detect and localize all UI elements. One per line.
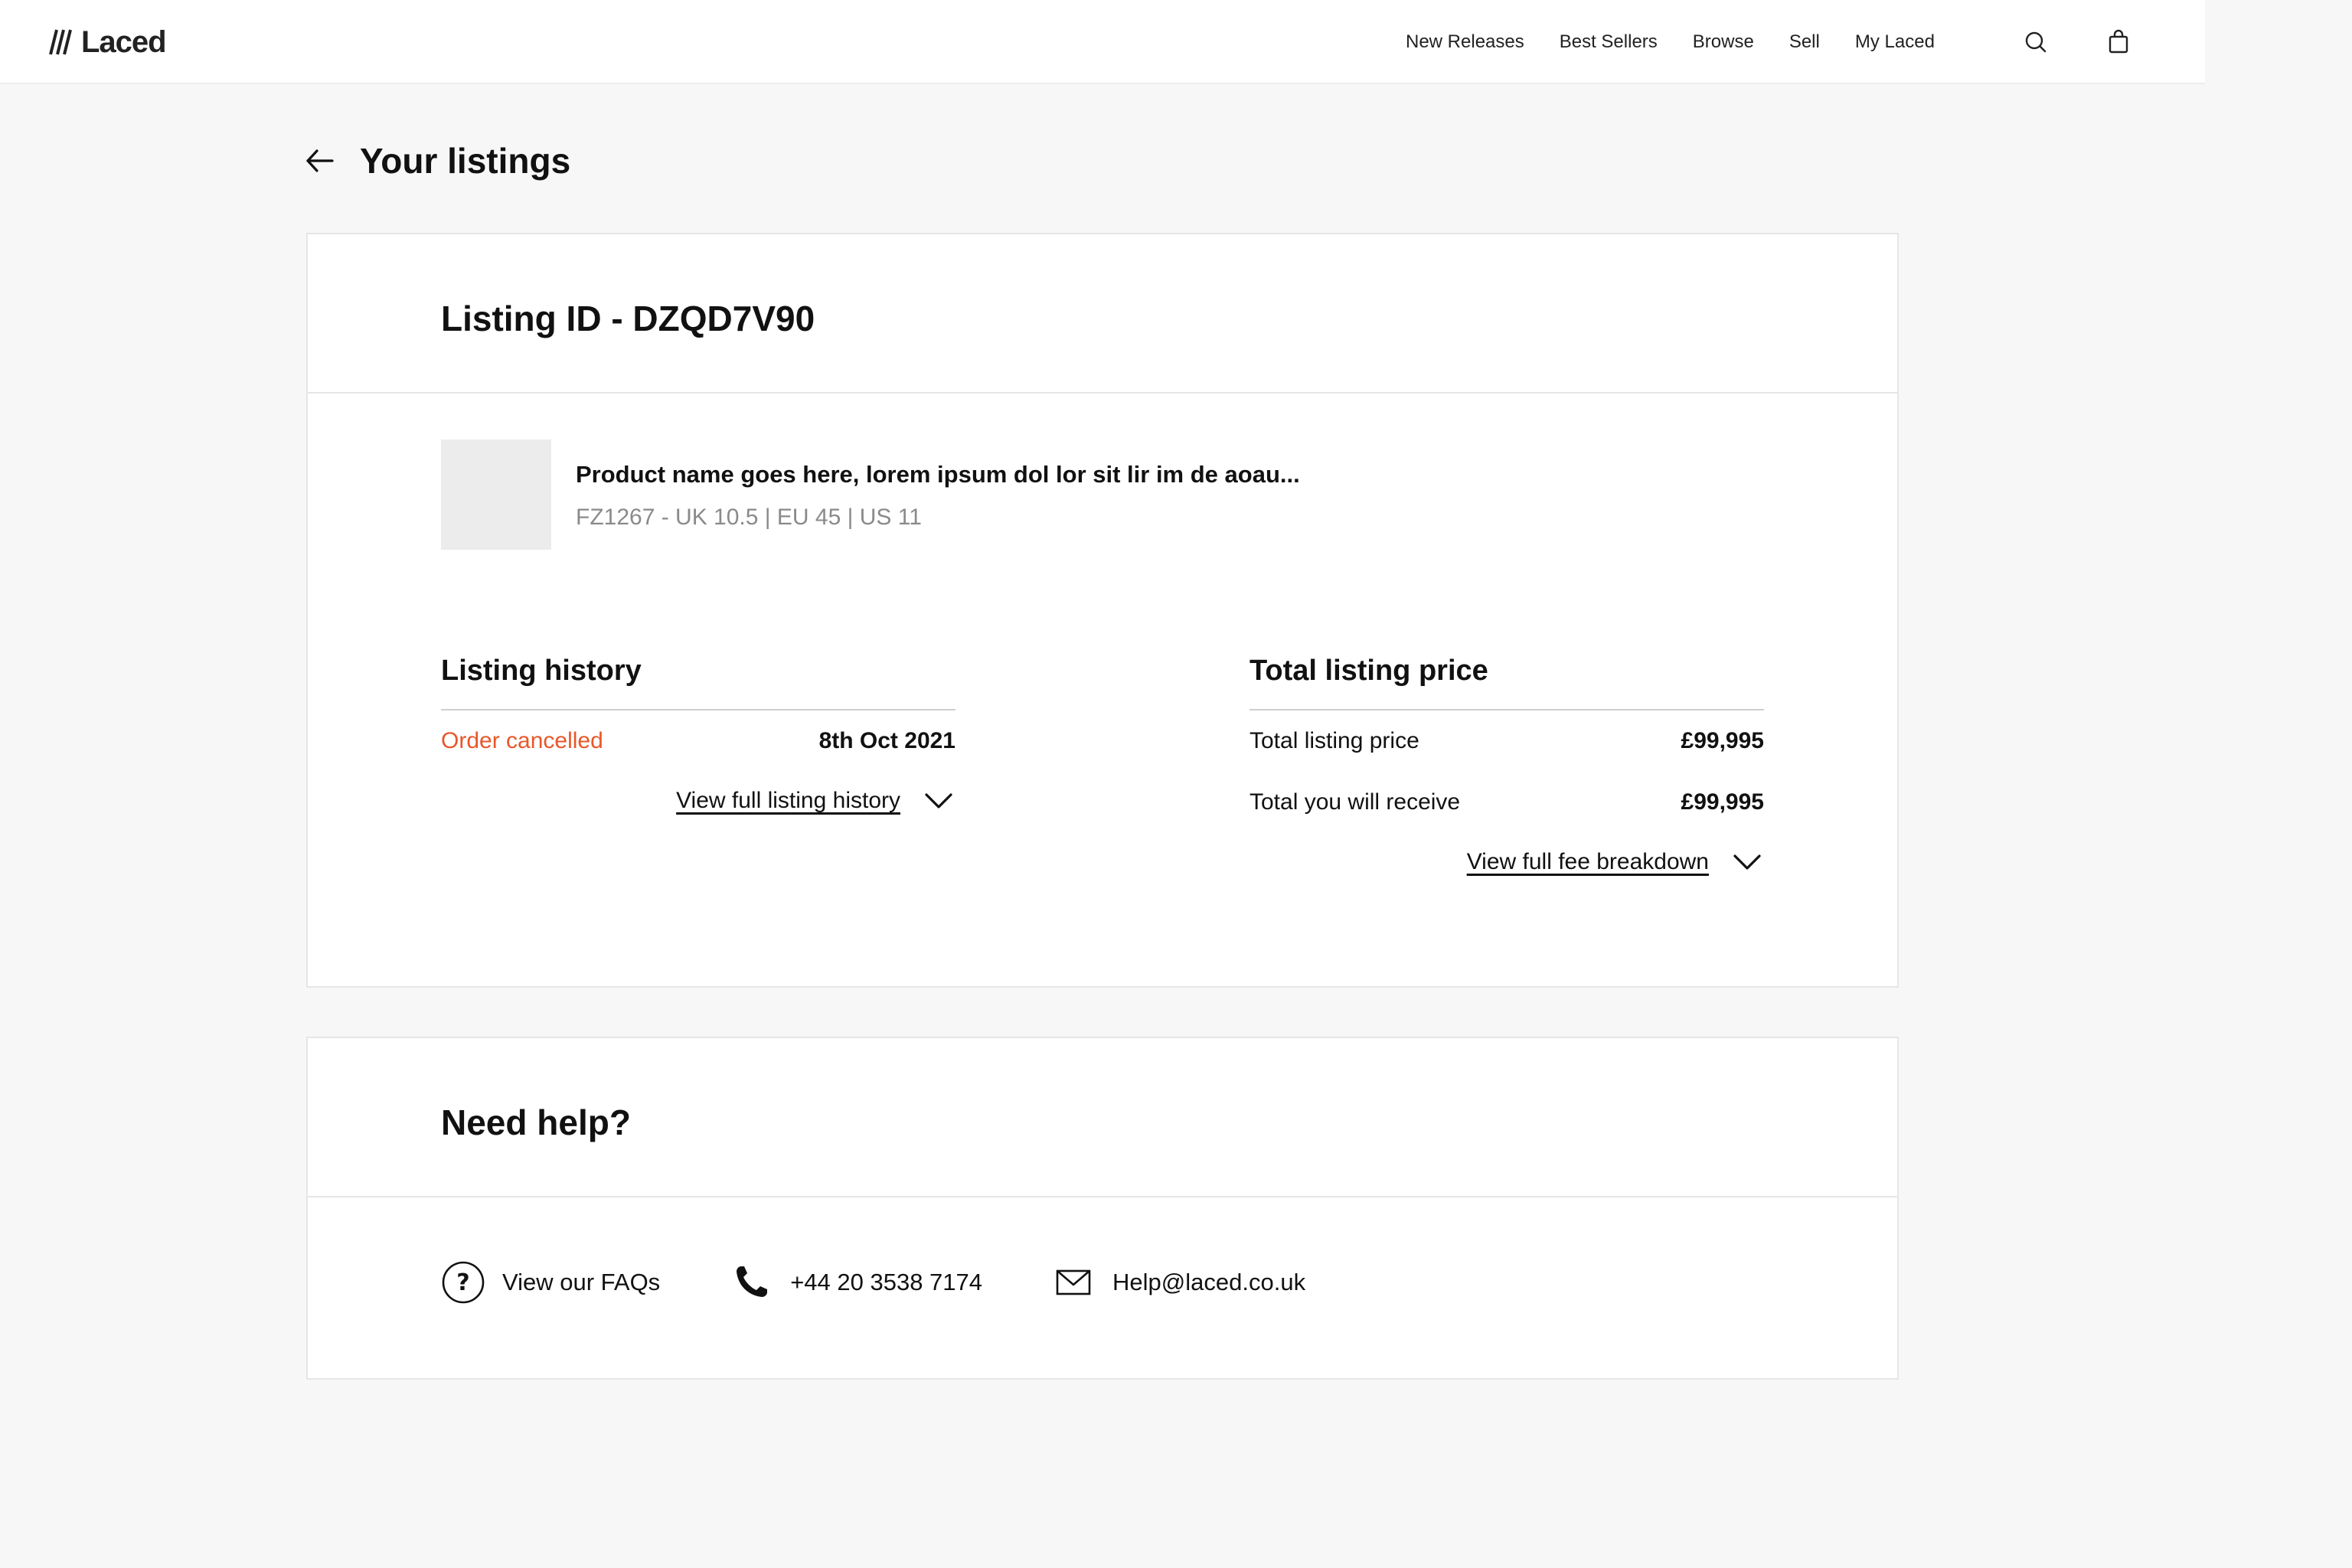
laced-logo[interactable]: Laced xyxy=(47,23,167,61)
arrow-left-icon[interactable] xyxy=(303,144,337,178)
product-thumbnail xyxy=(441,439,551,550)
nav-my-laced[interactable]: My Laced xyxy=(1855,28,1935,57)
view-full-fee-breakdown-link[interactable]: View full fee breakdown xyxy=(1250,845,1764,879)
search-icon[interactable] xyxy=(2021,28,2050,57)
chevron-down-icon xyxy=(1733,854,1761,870)
listing-card-header: Listing ID - DZQD7V90 xyxy=(308,234,1897,394)
faqs-link[interactable]: ? View our FAQs xyxy=(441,1260,660,1305)
top-navigation-bar: Laced New Releases Best Sellers Browse S… xyxy=(0,0,2205,84)
nav-new-releases[interactable]: New Releases xyxy=(1406,28,1524,57)
nav-sell[interactable]: Sell xyxy=(1789,28,1820,57)
help-card-header: Need help? xyxy=(308,1038,1897,1197)
logo-text: Laced xyxy=(81,25,167,59)
view-full-listing-history-label: View full listing history xyxy=(676,788,900,813)
mail-icon xyxy=(1056,1269,1091,1295)
history-row: Order cancelled 8th Oct 2021 xyxy=(441,710,956,772)
svg-text:?: ? xyxy=(456,1269,469,1296)
help-contact-row: ? View our FAQs +44 20 3538 7174 Help@la… xyxy=(441,1260,1305,1305)
price-row-value: £99,995 xyxy=(1681,728,1764,753)
phone-link[interactable]: +44 20 3538 7174 xyxy=(729,1260,982,1305)
listing-history-title: Listing history xyxy=(441,648,956,710)
price-row-total-receive: Total you will receive £99,995 xyxy=(1250,772,1764,833)
help-card: Need help? ? View our FAQs +44 20 3538 7… xyxy=(306,1037,1899,1380)
listing-id-title: Listing ID - DZQD7V90 xyxy=(441,299,815,338)
main-nav: New Releases Best Sellers Browse Sell My… xyxy=(1406,28,1935,57)
laced-logo-mark-icon xyxy=(49,29,72,55)
nav-best-sellers[interactable]: Best Sellers xyxy=(1560,28,1658,57)
email-link[interactable]: Help@laced.co.uk xyxy=(1051,1260,1305,1305)
view-full-listing-history-link[interactable]: View full listing history xyxy=(441,784,956,818)
price-row-label: Total listing price xyxy=(1250,728,1419,753)
product-meta: FZ1267 - UK 10.5 | EU 45 | US 11 xyxy=(576,505,922,530)
page-heading: Your listings xyxy=(303,138,570,184)
listing-card: Listing ID - DZQD7V90 Product name goes … xyxy=(306,233,1899,988)
price-row-value: £99,995 xyxy=(1681,789,1764,815)
product-summary: Product name goes here, lorem ipsum dol … xyxy=(441,439,1300,550)
phone-icon xyxy=(737,1266,768,1297)
price-row-label: Total you will receive xyxy=(1250,789,1461,815)
view-full-fee-breakdown-label: View full fee breakdown xyxy=(1466,849,1709,874)
phone-number: +44 20 3538 7174 xyxy=(790,1269,983,1295)
price-row-total-listing: Total listing price £99,995 xyxy=(1250,710,1764,772)
total-listing-price-section: Total listing price Total listing price … xyxy=(1250,648,1764,879)
status-date: 8th Oct 2021 xyxy=(818,728,956,753)
page-title: Your listings xyxy=(360,141,571,181)
nav-browse[interactable]: Browse xyxy=(1693,28,1754,57)
product-info: Product name goes here, lorem ipsum dol … xyxy=(576,439,1300,534)
email-address: Help@laced.co.uk xyxy=(1112,1269,1306,1295)
total-listing-price-title: Total listing price xyxy=(1250,648,1764,710)
need-help-title: Need help? xyxy=(441,1102,631,1142)
bag-icon[interactable] xyxy=(2104,28,2133,57)
status-order-cancelled: Order cancelled xyxy=(441,728,603,753)
product-name: Product name goes here, lorem ipsum dol … xyxy=(576,461,1300,488)
chevron-down-icon xyxy=(925,793,952,808)
listing-history-section: Listing history Order cancelled 8th Oct … xyxy=(441,648,956,818)
faqs-label: View our FAQs xyxy=(502,1269,661,1295)
question-circle-icon: ? xyxy=(442,1261,485,1304)
